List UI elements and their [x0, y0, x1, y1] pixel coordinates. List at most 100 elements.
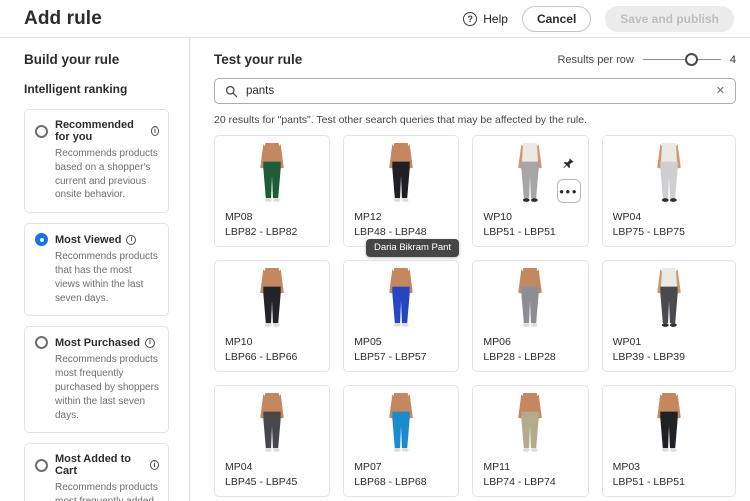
product-price: LBP57 - LBP57	[354, 351, 427, 363]
product-card: Zeppelin Yoga Pant MP08 LBP82 - LBP82 ●●…	[214, 135, 331, 247]
product-sku: MP05	[354, 336, 382, 348]
test-rule-panel: Test your rule Results per row 4 ✕ 20 re…	[190, 38, 750, 501]
ranking-option[interactable]: Most Viewed i Recommends products that h…	[24, 223, 169, 317]
option-description: Recommends products based on a shopper's…	[55, 148, 158, 201]
content: Build your rule Intelligent ranking Reco…	[0, 38, 750, 501]
product-price: LBP82 - LBP82	[225, 226, 298, 238]
option-label: Most Purchased	[55, 336, 140, 349]
results-per-row-control: Results per row 4	[557, 52, 736, 67]
product-price: LBP75 - LBP75	[612, 226, 685, 238]
product-image	[613, 393, 725, 455]
more-options-button[interactable]: ●●●	[556, 179, 581, 203]
radio-button[interactable]	[35, 124, 48, 138]
info-icon[interactable]: i	[149, 460, 159, 471]
ranking-options: Recommended for you i Recommends product…	[24, 109, 169, 501]
product-price: LBP45 - LBP45	[225, 476, 298, 488]
product-sku: MP12	[354, 211, 382, 223]
results-per-row-label: Results per row	[557, 53, 634, 66]
option-label: Recommended for you	[55, 119, 134, 143]
test-rule-title: Test your rule	[214, 52, 303, 67]
product-image	[483, 393, 577, 455]
product-card: Orestes Yoga Pant MP10 LBP66 - LBP66 ●●●	[214, 260, 331, 372]
header-actions: ? Help Cancel Save and publish	[463, 5, 734, 32]
build-rule-sidebar: Build your rule Intelligent ranking Reco…	[0, 38, 190, 501]
product-image	[483, 268, 577, 330]
product-price: LBP66 - LBP66	[225, 351, 298, 363]
search-input[interactable]	[246, 85, 708, 97]
results-per-row-value: 4	[729, 53, 736, 66]
product-card: Geo Insulated Jogging Pant MP03 LBP51 - …	[601, 385, 736, 497]
page-header: Add rule ? Help Cancel Save and publish	[0, 0, 750, 38]
more-options-icon: ●●●	[559, 186, 579, 196]
info-icon[interactable]: i	[144, 337, 155, 348]
product-price: LBP74 - LBP74	[483, 476, 556, 488]
radio-button[interactable]	[35, 233, 48, 247]
product-card: Daria Bikram Pant WP10 LBP51 - LBP51 ●●●	[472, 135, 589, 247]
product-sku: MP03	[612, 461, 641, 473]
product-sku: MP07	[354, 461, 382, 473]
option-label: Most Added to Cart	[55, 453, 131, 478]
product-card: Aether Gym Pant MP11 LBP74 - LBP74 ●●●	[472, 385, 589, 497]
card-actions: ●●●	[556, 151, 581, 203]
info-icon[interactable]: i	[150, 126, 159, 136]
save-and-publish-button[interactable]: Save and publish	[605, 5, 734, 32]
product-image	[613, 143, 725, 205]
search-icon	[225, 85, 238, 97]
product-card: Thorpe Track Pant MP07 LBP68 - LBP68 ●●●	[343, 385, 460, 497]
pin-button[interactable]	[556, 151, 581, 175]
ranking-option[interactable]: Most Added to Cart i Recommends products…	[24, 443, 169, 501]
option-description: Recommends products most frequently adde…	[55, 482, 158, 501]
radio-button[interactable]	[35, 458, 48, 472]
product-sku: MP11	[483, 461, 511, 473]
product-price: LBP39 - LBP39	[612, 351, 685, 363]
help-icon: ?	[463, 11, 478, 26]
product-sku: MP04	[225, 461, 253, 473]
product-sku: MP08	[225, 211, 253, 223]
product-card: Karmen Yoga Pant WP01 LBP39 - LBP39 ●●●	[601, 260, 736, 372]
product-sku: WP04	[612, 211, 642, 223]
page-title: Add rule	[24, 7, 102, 29]
product-image	[225, 143, 319, 205]
clear-search-icon[interactable]: ✕	[716, 85, 725, 97]
option-description: Recommends products most frequently purc…	[55, 354, 159, 421]
product-card: Mithra Warmup Pant MP06 LBP28 - LBP28 ●●…	[472, 260, 589, 372]
results-summary: 20 results for "pants". Test other searc…	[214, 114, 588, 126]
product-card: Cronus Yoga Pant MP12 LBP48 - LBP48 ●●●	[343, 135, 460, 247]
product-card: Kratos Gym Pant MP05 LBP57 - LBP57 ●●●	[343, 260, 460, 372]
ranking-option[interactable]: Recommended for you i Recommends product…	[24, 109, 169, 214]
help-button[interactable]: ? Help	[463, 11, 508, 26]
product-image	[225, 393, 319, 455]
sidebar-section-label: Intelligent ranking	[24, 82, 128, 96]
slider-handle[interactable]	[684, 52, 698, 66]
pin-icon	[563, 157, 574, 168]
search-field[interactable]: ✕	[214, 78, 736, 104]
slider-track	[642, 58, 721, 61]
product-image	[354, 143, 448, 205]
product-sku: WP01	[612, 336, 642, 348]
option-description: Recommends products that has the most vi…	[55, 251, 158, 304]
test-rule-header: Test your rule Results per row 4	[214, 52, 736, 67]
info-icon[interactable]: i	[126, 234, 137, 245]
product-price: LBP51 - LBP51	[483, 226, 556, 238]
product-sku: MP06	[483, 336, 511, 348]
product-card: Cora Parachute Pant WP04 LBP75 - LBP75 ●…	[601, 135, 736, 247]
product-image	[225, 268, 319, 330]
ranking-option[interactable]: Most Purchased i Recommends products mos…	[24, 326, 169, 434]
product-sku: MP10	[225, 336, 253, 348]
help-label: Help	[483, 11, 508, 26]
sidebar-title: Build your rule	[24, 52, 120, 67]
option-label: Most Viewed	[55, 233, 122, 246]
product-price: LBP68 - LBP68	[354, 476, 427, 488]
product-image	[354, 268, 448, 330]
results-per-row-slider[interactable]	[642, 52, 721, 67]
radio-button[interactable]	[35, 336, 48, 350]
product-image	[354, 393, 448, 455]
product-sku: WP10	[483, 211, 512, 223]
product-card: Supernova Sport Pant MP04 LBP45 - LBP45 …	[214, 385, 331, 497]
product-image	[613, 268, 725, 330]
product-tooltip: Daria Bikram Pant	[366, 239, 460, 257]
product-grid: Daria Bikram Pant Zeppelin Yoga Pant MP0…	[214, 135, 736, 497]
product-price: LBP28 - LBP28	[483, 351, 556, 363]
product-price: LBP51 - LBP51	[612, 476, 685, 488]
cancel-button[interactable]: Cancel	[521, 5, 592, 32]
